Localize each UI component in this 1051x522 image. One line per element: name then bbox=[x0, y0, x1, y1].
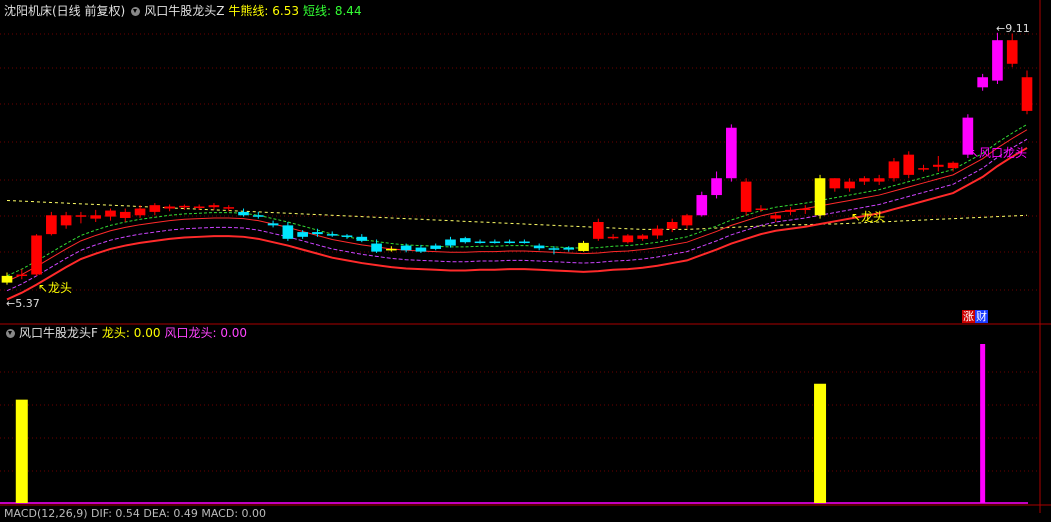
candle-body bbox=[578, 242, 589, 251]
candle-body bbox=[504, 241, 515, 244]
candle-body bbox=[445, 239, 456, 246]
candle-body bbox=[1, 275, 13, 283]
candle-body bbox=[149, 205, 161, 212]
candle-body bbox=[1006, 40, 1018, 64]
candle-body bbox=[326, 234, 338, 236]
candle-body bbox=[888, 161, 900, 179]
candle-body bbox=[371, 243, 382, 252]
candle-body bbox=[607, 236, 619, 239]
candle-body bbox=[223, 207, 235, 209]
candle-body bbox=[814, 178, 826, 216]
candle-body bbox=[267, 223, 279, 226]
candle-body bbox=[681, 215, 693, 226]
candle-body bbox=[622, 235, 634, 243]
low-price-label: ←5.37 bbox=[6, 297, 40, 310]
candle-body bbox=[75, 215, 87, 217]
candle-body bbox=[932, 164, 944, 167]
candle-body bbox=[16, 274, 28, 277]
candle-body bbox=[386, 248, 397, 251]
candle-body bbox=[947, 162, 959, 169]
candle-body bbox=[415, 247, 427, 252]
candle-body bbox=[134, 208, 146, 216]
candle-body bbox=[119, 211, 131, 218]
candle-body bbox=[918, 168, 929, 170]
candle-body bbox=[489, 241, 501, 244]
candle-body bbox=[533, 245, 545, 249]
candle-body bbox=[637, 235, 648, 239]
signal-bar bbox=[980, 344, 986, 503]
candle-body bbox=[785, 209, 796, 212]
candle-body bbox=[770, 215, 782, 219]
candle-body bbox=[859, 178, 870, 182]
candle-body bbox=[474, 241, 486, 244]
candle-body bbox=[90, 215, 102, 219]
candle-body bbox=[297, 232, 308, 237]
candle-body bbox=[341, 235, 353, 237]
candle-body bbox=[696, 195, 708, 216]
candle-body bbox=[60, 215, 72, 226]
signal-bar bbox=[814, 383, 827, 503]
longtou-annotation: ↖龙头 bbox=[851, 210, 885, 224]
candle-body bbox=[430, 245, 442, 249]
candle-body bbox=[105, 210, 116, 217]
candle-body bbox=[193, 206, 205, 209]
candle-body bbox=[711, 178, 722, 196]
candle-body bbox=[208, 205, 220, 208]
candle-body bbox=[844, 181, 855, 189]
fengkou-annotation: ↖风口龙头 bbox=[969, 146, 1027, 160]
candle-body bbox=[652, 228, 663, 236]
kline-chart[interactable]: ←5.37 ←9.11 ↖龙头 ↖龙头 ↖风口龙头 bbox=[0, 0, 1051, 513]
candle-body bbox=[312, 232, 323, 235]
candle-body bbox=[592, 222, 604, 239]
candle-body bbox=[400, 245, 412, 251]
candle-body bbox=[356, 236, 368, 241]
candle-body bbox=[1021, 77, 1033, 111]
candle-body bbox=[992, 40, 1003, 81]
candle-body bbox=[459, 238, 471, 243]
candle-body bbox=[252, 215, 264, 217]
candle-body bbox=[726, 127, 737, 179]
candle-body bbox=[164, 206, 175, 209]
candle-body bbox=[740, 181, 752, 212]
candle-body bbox=[829, 178, 841, 189]
candle-body bbox=[799, 208, 811, 211]
longtou-annotation: ↖龙头 bbox=[38, 281, 72, 295]
candle-body bbox=[282, 225, 294, 239]
candle-body bbox=[548, 248, 560, 250]
candle-body bbox=[46, 215, 57, 235]
candle-body bbox=[519, 241, 530, 244]
candle-body bbox=[755, 208, 767, 211]
candle-body bbox=[666, 222, 678, 229]
high-price-label: ←9.11 bbox=[996, 22, 1030, 35]
candle-body bbox=[977, 77, 988, 88]
signal-bar bbox=[15, 399, 28, 503]
candle-body bbox=[31, 235, 42, 275]
candle-body bbox=[563, 247, 575, 250]
candle-body bbox=[238, 211, 249, 216]
candle-body bbox=[179, 205, 190, 208]
candle-body bbox=[903, 154, 915, 175]
candle-body bbox=[873, 178, 885, 182]
short-ma-line bbox=[6, 123, 1028, 277]
